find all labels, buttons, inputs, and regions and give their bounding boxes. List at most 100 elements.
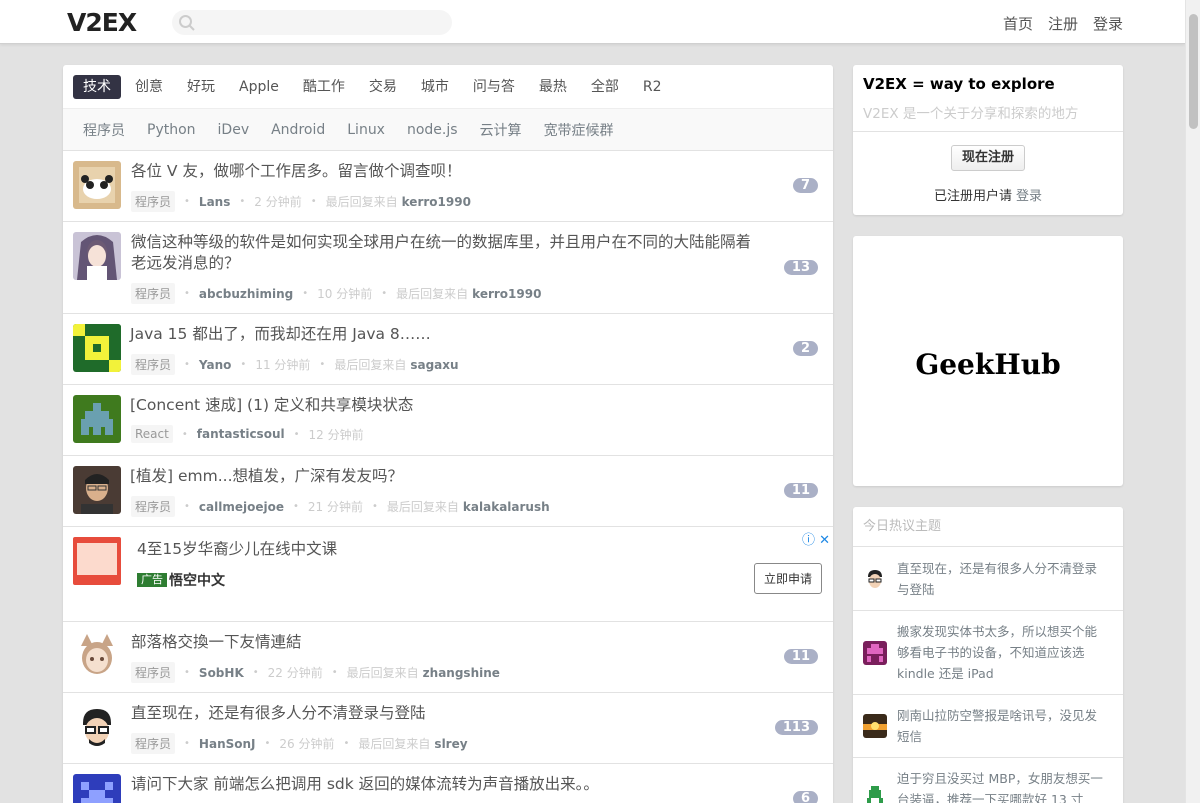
sponsor-logo[interactable]: GeekHub xyxy=(853,348,1123,381)
last-reply-label: 最后回复来自 xyxy=(358,737,431,751)
subtab-cloud[interactable]: 云计算 xyxy=(480,120,522,140)
tab-deals[interactable]: 交易 xyxy=(359,75,407,99)
hot-topic-item[interactable]: 搬家发现实体书太多，所以想买个能够看电子书的设备，不知道应该选 kindle 还… xyxy=(853,611,1123,695)
avatar[interactable] xyxy=(73,703,121,751)
avatar[interactable] xyxy=(863,784,887,803)
nav-home-link[interactable]: 首页 xyxy=(1003,13,1033,34)
last-reply-label: 最后回复来自 xyxy=(386,500,459,514)
search-input[interactable] xyxy=(172,10,452,35)
tab-qna[interactable]: 问与答 xyxy=(463,75,525,99)
avatar[interactable] xyxy=(863,714,887,738)
ad-image[interactable] xyxy=(73,537,121,585)
node-tag[interactable]: 程序员 xyxy=(131,496,176,517)
avatar[interactable] xyxy=(73,632,121,680)
node-tag[interactable]: 程序员 xyxy=(131,283,176,304)
ad-row[interactable]: 4至15岁华裔少儿在线中文课 广告 悟空中文 立即申请 ⓘ ✕ xyxy=(63,527,833,622)
node-tag[interactable]: 程序员 xyxy=(131,191,176,212)
tab-r2[interactable]: R2 xyxy=(633,75,672,99)
last-reply-user[interactable]: zhangshine xyxy=(423,666,500,680)
hot-topic-title[interactable]: 直至现在，还是有很多人分不清登录与登陆 xyxy=(897,558,1107,600)
avatar[interactable] xyxy=(73,324,121,372)
topic-author[interactable]: callmejoejoe xyxy=(199,500,284,514)
avatar[interactable] xyxy=(863,641,887,665)
node-tag[interactable]: 程序员 xyxy=(131,354,176,375)
reply-count-badge[interactable]: 2 xyxy=(792,341,818,356)
last-reply-user[interactable]: kalakalarush xyxy=(463,500,550,514)
reply-count-badge[interactable]: 6 xyxy=(792,791,818,803)
topic-author[interactable]: Lans xyxy=(199,195,230,209)
subtab-android[interactable]: Android xyxy=(271,122,325,138)
topic-title[interactable]: 各位 V 友，做哪个工作居多。留言做个调查呗！ xyxy=(131,161,751,182)
ad-apply-button[interactable]: 立即申请 xyxy=(753,563,822,594)
hot-topic-item[interactable]: 刚南山拉防空警报是啥讯号，没见发短信 xyxy=(853,695,1123,758)
ad-brand[interactable]: 悟空中文 xyxy=(169,570,225,590)
nav-register-link[interactable]: 注册 xyxy=(1048,13,1078,34)
reply-count-badge[interactable]: 13 xyxy=(783,260,818,275)
avatar[interactable] xyxy=(73,774,121,803)
topic-title[interactable]: 请问下大家 前端怎么把调用 sdk 返回的媒体流转为声音播放出来。。 xyxy=(131,774,751,795)
topic-author[interactable]: Yano xyxy=(199,358,231,372)
reply-count-badge[interactable]: 11 xyxy=(783,649,818,664)
subtab-programmer[interactable]: 程序员 xyxy=(83,120,125,140)
tab-city[interactable]: 城市 xyxy=(411,75,459,99)
topic-title[interactable]: Java 15 都出了，而我却还在用 Java 8…… xyxy=(130,324,750,345)
hot-topic-title[interactable]: 刚南山拉防空警报是啥讯号，没见发短信 xyxy=(897,705,1107,747)
tab-hot[interactable]: 最热 xyxy=(529,75,577,99)
topic-row: [植发] emm...想植发，广深有发友吗？ 程序员 • callmejoejoe… xyxy=(63,456,833,527)
tab-creative[interactable]: 创意 xyxy=(125,75,173,99)
node-tag[interactable]: React xyxy=(131,425,173,443)
avatar[interactable] xyxy=(73,232,121,280)
last-reply-user[interactable]: kerro1990 xyxy=(402,195,471,209)
topic-title[interactable]: 直至现在，还是有很多人分不清登录与登陆 xyxy=(131,703,751,724)
page-scrollbar[interactable] xyxy=(1185,0,1200,803)
topic-title[interactable]: 微信这种等级的软件是如何实现全球用户在统一的数据库里，并且用户在不同的大陆能隔着… xyxy=(131,232,751,274)
avatar[interactable] xyxy=(863,567,887,591)
reply-count-badge[interactable]: 113 xyxy=(774,720,818,735)
category-tabs: 技术 创意 好玩 Apple 酷工作 交易 城市 问与答 最热 全部 R2 xyxy=(63,65,833,108)
tab-jobs[interactable]: 酷工作 xyxy=(293,75,355,99)
avatar[interactable] xyxy=(73,395,121,443)
last-reply-user[interactable]: sagaxu xyxy=(410,358,458,372)
scrollbar-thumb[interactable] xyxy=(1189,14,1198,129)
topic-title[interactable]: [植发] emm...想植发，广深有发友吗？ xyxy=(130,466,750,487)
site-logo[interactable]: V2EX xyxy=(67,8,137,37)
hot-topics-caption: 今日热议主题 xyxy=(853,507,1123,547)
subtab-broadband[interactable]: 宽带症候群 xyxy=(544,120,614,140)
tab-play[interactable]: 好玩 xyxy=(177,75,225,99)
topic-time: 12 分钟前 xyxy=(308,427,364,442)
subtab-idev[interactable]: iDev xyxy=(218,122,250,138)
topic-title[interactable]: 部落格交換一下友情連結 xyxy=(131,632,751,653)
subtab-linux[interactable]: Linux xyxy=(347,122,385,138)
last-reply-user[interactable]: slrey xyxy=(434,737,467,751)
reply-count-badge[interactable]: 7 xyxy=(792,178,818,193)
topic-author[interactable]: SobHK xyxy=(199,666,244,680)
hot-topic-title[interactable]: 迫于穷且没买过 MBP，女朋友想买一台装逼，推荐一下买哪款好 13 寸 xyxy=(897,768,1107,803)
topic-author[interactable]: abcbuzhiming xyxy=(199,287,293,301)
topic-row: 请问下大家 前端怎么把调用 sdk 返回的媒体流转为声音播放出来。。 6 xyxy=(63,764,833,803)
subtab-nodejs[interactable]: node.js xyxy=(407,122,458,138)
register-button[interactable]: 现在注册 xyxy=(951,145,1025,171)
hot-topic-item[interactable]: 直至现在，还是有很多人分不清登录与登陆 xyxy=(853,547,1123,611)
nav-login-link[interactable]: 登录 xyxy=(1093,13,1123,34)
last-reply-user[interactable]: kerro1990 xyxy=(472,287,541,301)
sponsor-box[interactable]: GeekHub xyxy=(853,236,1123,486)
hot-topic-title[interactable]: 搬家发现实体书太多，所以想买个能够看电子书的设备，不知道应该选 kindle 还… xyxy=(897,621,1107,684)
ad-choices-icon[interactable]: ⓘ ✕ xyxy=(802,529,830,548)
login-link[interactable]: 登录 xyxy=(1016,189,1042,204)
topic-author[interactable]: fantasticsoul xyxy=(197,427,285,441)
tab-all[interactable]: 全部 xyxy=(581,75,629,99)
tab-tech[interactable]: 技术 xyxy=(73,75,121,99)
tab-apple[interactable]: Apple xyxy=(229,75,289,99)
avatar[interactable] xyxy=(73,466,121,514)
avatar[interactable] xyxy=(73,161,121,209)
topic-title[interactable]: [Concent 速成] (1) 定义和共享模块状态 xyxy=(130,395,750,416)
ad-title[interactable]: 4至15岁华裔少儿在线中文课 xyxy=(137,537,337,559)
topic-author[interactable]: HanSonJ xyxy=(199,737,256,751)
reply-count-badge[interactable]: 11 xyxy=(783,483,818,498)
node-tag[interactable]: 程序员 xyxy=(131,662,176,683)
hot-topic-item[interactable]: 迫于穷且没买过 MBP，女朋友想买一台装逼，推荐一下买哪款好 13 寸 xyxy=(853,758,1123,803)
login-prompt: 已注册用户请 登录 xyxy=(853,185,1123,204)
topic-meta: React • fantasticsoul • 12 分钟前 xyxy=(131,425,364,443)
subtab-python[interactable]: Python xyxy=(147,122,196,138)
node-tag[interactable]: 程序员 xyxy=(131,733,176,754)
